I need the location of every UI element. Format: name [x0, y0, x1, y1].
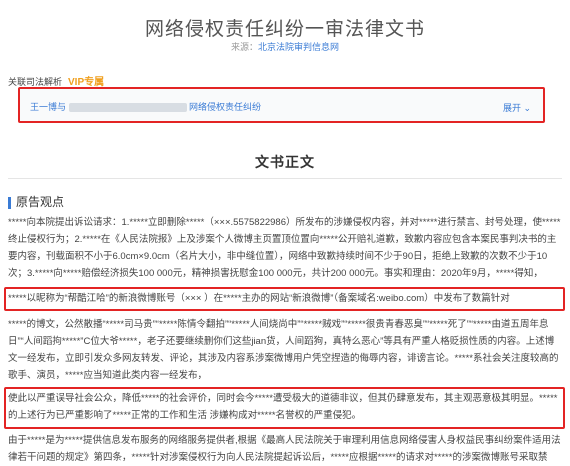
paragraph-1: *****向本院提出诉讼请求：1.*****立即删除*****（×××.5575…	[8, 217, 561, 279]
document-title: 网络侵权责任纠纷一审法律文书	[144, 19, 425, 40]
related-case-box: 王一博与 网络侵权责任纠纷 展开 ⌄	[18, 87, 545, 123]
source-link[interactable]: 北京法院审判信息网	[258, 42, 339, 52]
sub-heading: 原告观点	[8, 193, 64, 210]
paragraph-2: *****以昵称为“帮酷江哈”的新浪微博账号（××× ）在*****主办的网站“…	[8, 293, 510, 304]
document-source: 来源：北京法院审判信息网	[0, 40, 570, 53]
related-judicial-analysis: 关联司法解析 VIP专属	[8, 73, 104, 88]
case-link-prefix: 王一博与	[30, 102, 67, 112]
section-divider	[8, 178, 562, 179]
source-label: 来源：	[230, 42, 258, 52]
section-title: 文书正文	[255, 154, 315, 170]
redaction-blur	[68, 103, 187, 113]
expand-button[interactable]: 展开 ⌄	[503, 101, 531, 114]
case-link-suffix: 网络侵权责任纠纷	[189, 102, 262, 112]
related-analysis-label: 关联司法解析	[8, 77, 63, 87]
paragraph-4: 使此以严重误导社会公众，降低*****的社会评价，同时会今*****遭受极大的道…	[8, 393, 558, 421]
paragraph-5: 由于*****是为*****提供信息发布服务的网络服务提供者,根据《最高人民法院…	[8, 435, 561, 463]
heading-accent-bar	[8, 196, 11, 209]
related-case-link[interactable]: 王一博与 网络侵权责任纠纷	[30, 100, 261, 113]
paragraph-3: *****的博文，公然散播“*****司马贵”“*****陈情令翻拍”“****…	[8, 319, 559, 381]
sub-heading-label: 原告观点	[16, 195, 65, 209]
